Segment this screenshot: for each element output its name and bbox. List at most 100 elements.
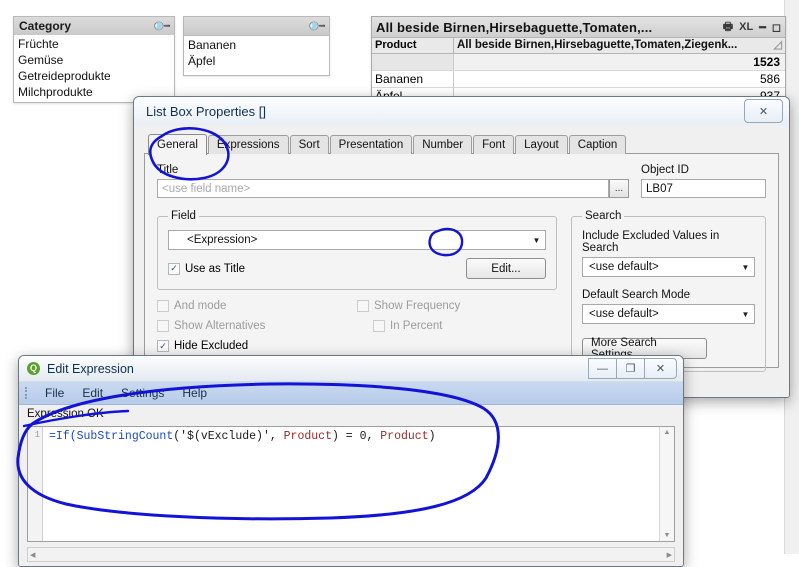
- tabstrip: General Expressions Sort Presentation Nu…: [148, 133, 779, 155]
- expression-editor[interactable]: 1 =If(SubStringCount('$(vExclude)', Prod…: [27, 426, 675, 542]
- token-function: =If(: [49, 430, 77, 443]
- search-icon[interactable]: 🔍: [151, 16, 171, 36]
- tab-font[interactable]: Font: [473, 135, 515, 154]
- include-excluded-combo[interactable]: <use default> ▼: [582, 257, 755, 277]
- straight-table-caption-icons: 🖶 XL ━ ◻: [723, 18, 781, 37]
- object-id-input[interactable]: LB07: [641, 179, 766, 198]
- default-search-mode-combo[interactable]: <use default> ▼: [582, 304, 755, 324]
- token-plain: ('$(vExclude)',: [173, 430, 284, 443]
- field-combo-value: <Expression>: [187, 234, 258, 246]
- expression-code[interactable]: =If(SubStringCount('$(vExclude)', Produc…: [43, 427, 659, 541]
- show-frequency-label: Show Frequency: [374, 300, 461, 312]
- list-item[interactable]: Gemüse: [14, 52, 174, 68]
- chevron-down-icon[interactable]: ▼: [528, 231, 545, 249]
- checkbox-box: ✓: [157, 340, 169, 352]
- column-header-product[interactable]: Product: [372, 38, 454, 53]
- qlikview-logo-icon: Q: [27, 362, 40, 375]
- list-item[interactable]: Bananen: [184, 37, 329, 53]
- cell-product: Bananen: [372, 71, 454, 87]
- close-icon[interactable]: ✕: [644, 358, 677, 379]
- token-plain: ) = 0,: [331, 430, 381, 443]
- listbox-products-rows: Bananen Äpfel: [184, 35, 329, 69]
- edit-expression-title: Edit Expression: [47, 361, 134, 376]
- chevron-down-icon[interactable]: ▼: [737, 305, 754, 323]
- print-icon[interactable]: 🖶: [723, 18, 733, 37]
- menu-edit[interactable]: Edit: [73, 382, 112, 404]
- edit-expression-dialog[interactable]: Q Edit Expression — ❐ ✕ File Edit Settin…: [18, 355, 684, 567]
- list-box-properties-titlebar[interactable]: List Box Properties [] ✕: [134, 97, 789, 126]
- tab-number[interactable]: Number: [413, 135, 473, 154]
- listbox-products-caption: 🔍: [184, 16, 329, 36]
- title-browse-button[interactable]: ...: [609, 179, 629, 198]
- include-excluded-value: <use default>: [589, 261, 659, 273]
- straight-table-title: All beside Birnen,Hirsebaguette,Tomaten,…: [376, 19, 653, 35]
- edit-expression-body: File Edit Settings Help Expression OK 1 …: [19, 381, 683, 566]
- maximize-icon[interactable]: ❐: [617, 358, 644, 379]
- listbox-category[interactable]: Category 🔍 Früchte Gemüse Getreideproduk…: [13, 16, 175, 103]
- field-combo[interactable]: <Expression> ▼: [168, 230, 546, 250]
- list-box-properties-window-buttons: ✕: [744, 99, 783, 123]
- cell-product: [372, 54, 454, 70]
- default-search-mode-label: Default Search Mode: [582, 289, 691, 301]
- and-mode-label: And mode: [174, 300, 227, 312]
- table-row[interactable]: 1523: [372, 54, 785, 71]
- checkbox-box: [157, 320, 169, 332]
- list-item[interactable]: Getreideprodukte: [14, 68, 174, 84]
- maximize-icon[interactable]: ◻: [772, 21, 781, 34]
- scroll-up-icon[interactable]: ▲: [664, 429, 671, 436]
- tab-panel-general: Title <use field name> ... Object ID LB0…: [144, 153, 779, 372]
- show-frequency-checkbox[interactable]: Show Frequency: [357, 300, 557, 312]
- column-header-expression[interactable]: All beside Birnen,Hirsebaguette,Tomaten,…: [454, 38, 785, 53]
- close-icon[interactable]: ✕: [744, 99, 783, 123]
- and-mode-checkbox[interactable]: And mode: [157, 300, 357, 312]
- use-as-title-checkbox[interactable]: ✓ Use as Title: [168, 262, 245, 275]
- menu-file[interactable]: File: [36, 382, 73, 404]
- edit-expression-title-wrap: Q Edit Expression: [27, 362, 588, 376]
- table-row[interactable]: Bananen 586: [372, 71, 785, 88]
- token-field: Product: [283, 430, 332, 443]
- scroll-left-icon[interactable]: ◀: [30, 551, 35, 559]
- tab-layout[interactable]: Layout: [515, 135, 568, 154]
- edit-expression-button[interactable]: Edit...: [466, 258, 546, 279]
- token-plain: ): [428, 430, 436, 443]
- in-percent-checkbox[interactable]: In Percent: [373, 320, 557, 332]
- object-id-label: Object ID: [641, 164, 689, 176]
- tab-expressions[interactable]: Expressions: [207, 135, 289, 154]
- checkbox-box: ✓: [168, 262, 180, 275]
- tab-general[interactable]: General: [148, 134, 207, 155]
- menubar: File Edit Settings Help: [19, 382, 683, 405]
- tab-caption[interactable]: Caption: [568, 135, 627, 154]
- minimize-icon[interactable]: ━: [759, 21, 766, 34]
- tab-sort[interactable]: Sort: [289, 135, 329, 154]
- listbox-products[interactable]: 🔍 Bananen Äpfel: [183, 16, 330, 76]
- title-input[interactable]: <use field name>: [157, 179, 609, 198]
- menu-help[interactable]: Help: [173, 382, 216, 404]
- editor-vertical-scrollbar[interactable]: ▲ ▼: [659, 427, 674, 541]
- menu-settings[interactable]: Settings: [112, 382, 173, 404]
- scroll-down-icon[interactable]: ▼: [664, 532, 671, 539]
- scroll-right-icon[interactable]: ▶: [667, 551, 672, 559]
- checkbox-box: [373, 320, 385, 332]
- token-field: Product: [380, 430, 429, 443]
- list-box-properties-title: List Box Properties []: [146, 103, 266, 119]
- edit-expression-titlebar[interactable]: Q Edit Expression — ❐ ✕: [19, 356, 683, 382]
- editor-horizontal-scrollbar[interactable]: ◀ ▶: [27, 547, 675, 562]
- chevron-down-icon[interactable]: ▼: [737, 258, 754, 276]
- in-percent-label: In Percent: [390, 320, 443, 332]
- search-icon[interactable]: 🔍: [306, 16, 326, 36]
- list-item[interactable]: Früchte: [14, 36, 174, 52]
- show-alternatives-checkbox[interactable]: Show Alternatives: [157, 320, 357, 332]
- cell-value: 586: [759, 72, 780, 86]
- xl-icon[interactable]: XL: [739, 21, 753, 33]
- minimize-icon[interactable]: —: [588, 358, 617, 379]
- tab-presentation[interactable]: Presentation: [329, 135, 413, 154]
- list-item[interactable]: Äpfel: [184, 53, 329, 69]
- menu-grip-icon[interactable]: [25, 386, 31, 400]
- straight-table[interactable]: All beside Birnen,Hirsebaguette,Tomaten,…: [371, 16, 786, 105]
- expression-status: Expression OK: [19, 405, 683, 422]
- list-box-properties-dialog[interactable]: List Box Properties [] ✕ General Express…: [133, 96, 790, 398]
- checkbox-box: [157, 300, 169, 312]
- hide-excluded-label: Hide Excluded: [174, 340, 249, 352]
- search-group: Search Include Excluded Values in Search…: [571, 210, 766, 372]
- hide-excluded-checkbox[interactable]: ✓ Hide Excluded: [157, 340, 357, 352]
